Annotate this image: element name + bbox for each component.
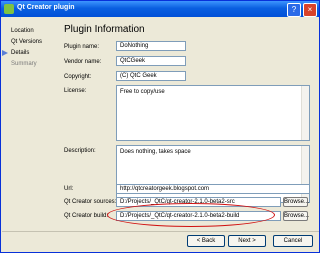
plugin-name-label: Plugin name:	[64, 44, 100, 50]
url-input[interactable]: http://qtcreatorgeek.blogspot.com	[116, 184, 310, 194]
description-label: Description:	[64, 148, 96, 154]
back-button[interactable]: < Back	[187, 235, 225, 247]
highlight-ellipse	[107, 203, 275, 227]
page-title: Plugin Information	[64, 24, 145, 35]
current-step-arrow-icon	[2, 50, 8, 56]
plugin-name-input[interactable]: DoNothing	[116, 41, 186, 51]
cancel-button[interactable]: Cancel	[273, 235, 313, 247]
wizard-steps-sidebar: Location Qt Versions Details Summary	[2, 18, 58, 231]
sources-label: Qt Creator sources:	[64, 199, 117, 205]
description-text: Does nothing, takes space	[120, 149, 191, 155]
next-button[interactable]: Next >	[228, 235, 266, 247]
license-textarea[interactable]: Free to copy/use	[116, 85, 310, 141]
build-browse-button[interactable]: Browse...	[283, 211, 309, 221]
details-page: Plugin Information Plugin name: DoNothin…	[58, 18, 319, 231]
wizard-window: Qt Creator plugin ? × Location Qt Versio…	[0, 0, 320, 253]
sources-browse-button[interactable]: Browse...	[283, 197, 309, 207]
help-button[interactable]: ?	[287, 3, 301, 17]
vendor-name-input[interactable]: QtCGeek	[116, 56, 186, 66]
footer-divider	[2, 231, 319, 232]
vendor-name-label: Vendor name:	[64, 59, 102, 65]
build-label: Qt Creator build:	[64, 213, 109, 219]
step-location: Location	[11, 28, 34, 34]
step-qt-versions: Qt Versions	[11, 39, 43, 45]
description-textarea[interactable]: Does nothing, takes space	[116, 145, 310, 203]
step-details: Details	[11, 50, 30, 56]
step-summary: Summary	[11, 61, 37, 67]
license-scrollbar[interactable]	[301, 86, 309, 140]
url-label: Url:	[64, 186, 74, 192]
title-bar[interactable]: Qt Creator plugin ? ×	[1, 1, 319, 17]
copyright-label: Copyright:	[64, 74, 92, 80]
close-button[interactable]: ×	[303, 3, 317, 17]
copyright-input[interactable]: (C) QtC Geek	[116, 71, 186, 81]
license-text: Free to copy/use	[120, 89, 165, 95]
license-label: License:	[64, 88, 87, 94]
qt-creator-icon	[4, 4, 14, 14]
window-title: Qt Creator plugin	[17, 4, 75, 11]
